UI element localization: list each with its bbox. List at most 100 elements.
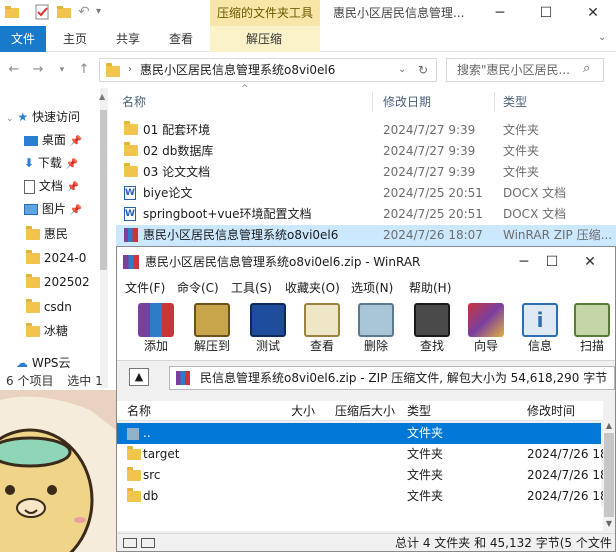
tab-file[interactable]: 文件 <box>0 26 46 52</box>
maximize-button[interactable]: ☐ <box>523 0 569 26</box>
column-name[interactable]: 名称 <box>127 401 151 421</box>
column-size[interactable]: 大小 <box>291 401 315 421</box>
nav-label: 图片 <box>41 202 66 216</box>
column-packed-size[interactable]: 压缩后大小 <box>335 401 395 421</box>
nav-item-pictures[interactable]: 图片 📌 <box>24 198 122 220</box>
scan-icon <box>574 303 610 337</box>
info-button[interactable]: i 信息 <box>517 303 563 359</box>
address-bar[interactable]: › 惠民小区居民信息管理系统o8vi0el6 ⌄ ↻ <box>99 58 437 82</box>
toolbar-label: 向导 <box>473 339 498 353</box>
pin-icon: 📌 <box>69 136 83 147</box>
forward-arrow-icon[interactable]: → <box>30 62 46 78</box>
tab-home[interactable]: 主页 <box>63 26 87 52</box>
winrar-close-button[interactable]: ✕ <box>567 249 613 275</box>
tab-extract[interactable]: 解压缩 <box>246 26 282 52</box>
cloud-icon: ☁ <box>16 356 28 370</box>
scroll-up-icon[interactable]: ▲ <box>604 421 614 431</box>
test-button[interactable]: 测试 <box>245 303 291 359</box>
extract-to-button[interactable]: 解压到 <box>189 303 235 359</box>
scan-button[interactable]: 扫描 <box>569 303 615 359</box>
menu-help[interactable]: 帮助(H) <box>409 277 451 299</box>
find-button[interactable]: 查找 <box>409 303 455 359</box>
menu-tools[interactable]: 工具(S) <box>231 277 272 299</box>
file-row[interactable]: 03 论文文档 2024/7/27 9:39 文件夹 <box>116 162 616 183</box>
test-icon <box>250 303 286 337</box>
nav-label: csdn <box>43 300 72 314</box>
archive-item-date: 2024/7/26 18 <box>527 468 608 482</box>
file-row-selected[interactable]: 惠民小区居民信息管理系统o8vi0el6 2024/7/26 18:07 Win… <box>116 225 616 246</box>
column-name[interactable]: 名称 <box>122 93 146 111</box>
undo-icon[interactable]: ↶ <box>78 4 94 20</box>
nav-label: 下载 <box>37 156 62 170</box>
archive-row-selected[interactable]: .. 文件夹 <box>117 423 601 444</box>
wizard-button[interactable]: 向导 <box>463 303 509 359</box>
pin-icon: 📌 <box>65 159 79 170</box>
folder-icon <box>26 226 40 240</box>
nav-item-documents[interactable]: 文档 📌 <box>24 175 122 197</box>
view-button[interactable]: 查看 <box>299 303 345 359</box>
column-divider[interactable] <box>372 92 373 112</box>
file-row[interactable]: 02 db数据库 2024/7/27 9:39 文件夹 <box>116 141 616 162</box>
winrar-list-header: 名称 大小 压缩后大小 类型 修改时间 <box>117 401 603 421</box>
zip-archive-icon <box>176 371 190 385</box>
scroll-thumb[interactable] <box>604 433 614 517</box>
archive-item-name: src <box>143 468 161 482</box>
properties-icon[interactable] <box>34 4 50 20</box>
nav-item-quick-access[interactable]: ⌄ ★ 快速访问 <box>6 106 104 128</box>
archive-row[interactable]: src 文件夹 2024/7/26 18 <box>117 465 608 486</box>
column-modified[interactable]: 修改时间 <box>527 401 575 421</box>
file-name: springboot+vue环境配置文档 <box>143 207 312 221</box>
toolbar-label: 信息 <box>527 339 552 353</box>
nav-item-wps-cloud[interactable]: ☁ WPS云 <box>16 352 114 374</box>
column-type[interactable]: 类型 <box>503 93 527 111</box>
minimize-button[interactable]: ─ <box>477 0 523 26</box>
search-icon[interactable]: ⌕ <box>583 61 590 76</box>
up-one-level-button[interactable]: ▲ <box>129 368 149 386</box>
nav-item-2024[interactable]: 2024-0 <box>26 247 124 269</box>
file-row[interactable]: W biye论文 2024/7/25 20:51 DOCX 文档 <box>116 183 616 204</box>
close-button[interactable]: ✕ <box>570 0 616 26</box>
nav-item-desktop[interactable]: 桌面 📌 <box>24 129 122 151</box>
nav-item-bingtang[interactable]: 冰糖 <box>26 320 124 342</box>
menu-favorites[interactable]: 收藏夹(O) <box>285 277 340 299</box>
archive-row[interactable]: target 文件夹 2024/7/26 18 <box>117 444 608 465</box>
menu-file[interactable]: 文件(F) <box>125 277 165 299</box>
recent-locations-icon[interactable]: ▾ <box>54 62 70 78</box>
tab-share[interactable]: 共享 <box>116 26 140 52</box>
status-selected-count: 选中 1 <box>67 374 103 388</box>
file-name: biye论文 <box>143 186 193 200</box>
chevron-down-icon[interactable]: ▾ <box>96 4 112 20</box>
nav-item-202502[interactable]: 202502 <box>26 271 124 293</box>
menu-options[interactable]: 选项(N) <box>351 277 393 299</box>
expand-ribbon-icon[interactable]: ⌄ <box>598 32 606 43</box>
archive-path-field[interactable]: 民信息管理系统o8vi0el6.zip - ZIP 压缩文件, 解包大小为 54… <box>169 366 615 390</box>
menu-commands[interactable]: 命令(C) <box>177 277 219 299</box>
scroll-down-icon[interactable]: ▼ <box>604 519 614 529</box>
file-row[interactable]: 01 配套环境 2024/7/27 9:39 文件夹 <box>116 120 616 141</box>
word-document-icon: W <box>124 186 136 200</box>
toolbar-label: 解压到 <box>193 339 230 353</box>
column-type[interactable]: 类型 <box>407 401 431 421</box>
archive-row[interactable]: db 文件夹 2024/7/26 18 <box>117 486 608 507</box>
winrar-window: 惠民小区居民信息管理系统o8vi0el6.zip - WinRAR ─ ☐ ✕ … <box>116 246 616 552</box>
up-arrow-icon[interactable]: ↑ <box>76 62 92 78</box>
nav-item-downloads[interactable]: ⬇ 下载 📌 <box>24 152 122 174</box>
delete-button[interactable]: 删除 <box>353 303 399 359</box>
star-icon: ★ <box>17 110 29 124</box>
back-arrow-icon[interactable]: ← <box>6 62 22 78</box>
column-divider[interactable] <box>494 92 495 112</box>
column-date[interactable]: 修改日期 <box>383 93 431 111</box>
scroll-up-icon[interactable]: ▲ <box>99 92 105 101</box>
nav-item-huimin[interactable]: 惠民 <box>26 223 124 245</box>
search-input[interactable]: 搜索"惠民小区居民... <box>446 58 604 82</box>
add-button[interactable]: 添加 <box>133 303 179 359</box>
compressed-folder-tools-tab[interactable]: 压缩的文件夹工具 <box>210 0 320 26</box>
file-row[interactable]: W springboot+vue环境配置文档 2024/7/25 20:51 D… <box>116 204 616 225</box>
new-folder-icon[interactable] <box>56 4 72 20</box>
nav-item-csdn[interactable]: csdn <box>26 296 124 318</box>
address-dropdown-icon[interactable]: ⌄ <box>398 59 406 81</box>
winrar-scrollbar[interactable]: ▲ ▼ <box>603 421 615 531</box>
file-date: 2024/7/25 20:51 <box>383 207 483 221</box>
tab-view[interactable]: 查看 <box>169 26 193 52</box>
refresh-icon[interactable]: ↻ <box>418 59 428 81</box>
